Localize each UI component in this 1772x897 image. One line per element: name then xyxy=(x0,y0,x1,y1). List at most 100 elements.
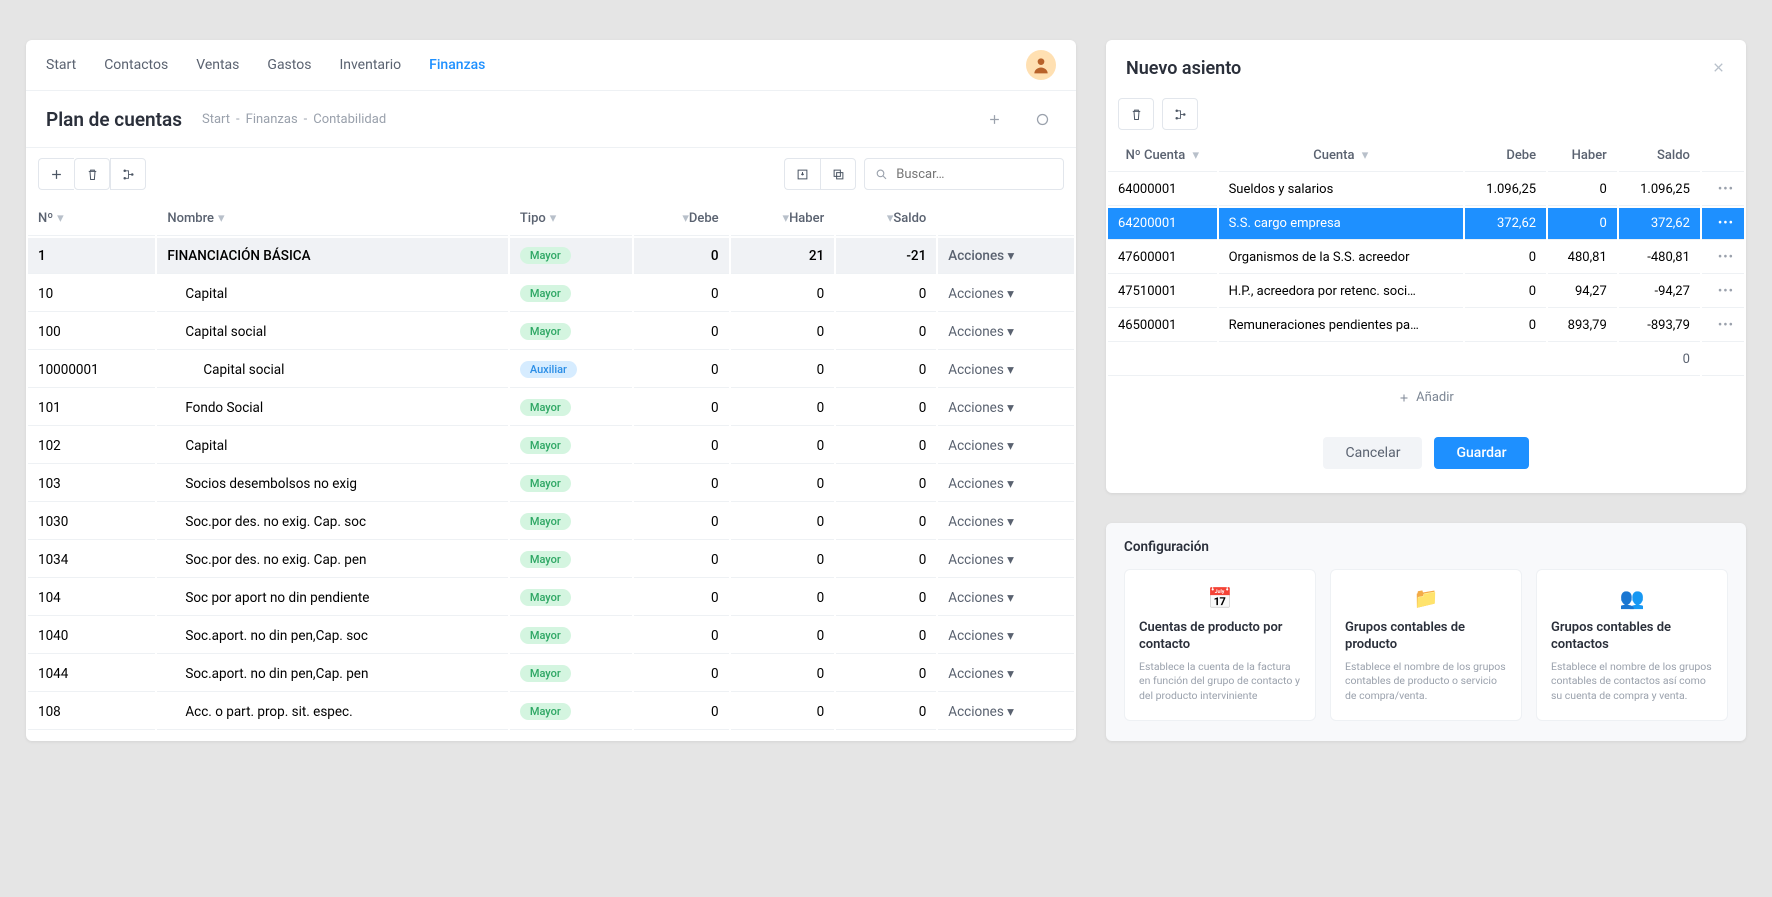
table-row[interactable]: 108Acc. o part. prop. sit. espec.Mayor00… xyxy=(28,694,1074,730)
cell-saldo: 1.096,25 xyxy=(1619,174,1700,206)
nav-item-gastos[interactable]: Gastos xyxy=(267,57,311,73)
modal-tree-button[interactable] xyxy=(1162,98,1198,130)
mcol-cuenta[interactable]: Cuenta ▾ xyxy=(1219,140,1463,172)
cell-tipo: Mayor xyxy=(510,504,632,540)
table-row[interactable]: 102CapitalMayor000Acciones ▾ xyxy=(28,428,1074,464)
cell-debe: 0 xyxy=(634,466,729,502)
row-menu[interactable]: ••• xyxy=(1718,250,1734,265)
mcol-debe[interactable]: Debe xyxy=(1465,140,1546,172)
cell-debe: 372,62 xyxy=(1465,208,1546,240)
row-menu[interactable]: ••• xyxy=(1718,318,1734,333)
nav-item-start[interactable]: Start xyxy=(46,57,76,73)
row-actions[interactable]: Acciones ▾ xyxy=(938,390,1074,426)
table-row[interactable]: 103Socios desembolsos no exigMayor000Acc… xyxy=(28,466,1074,502)
trash-icon xyxy=(85,167,100,182)
row-actions[interactable]: Acciones ▾ xyxy=(938,542,1074,578)
cancel-button[interactable]: Cancelar xyxy=(1323,437,1422,469)
row-actions[interactable]: Acciones ▾ xyxy=(938,276,1074,312)
col-saldo[interactable]: ▾Saldo xyxy=(836,202,936,236)
config-card[interactable]: 📁Grupos contables de productoEstablece e… xyxy=(1330,569,1522,721)
row-menu[interactable]: ••• xyxy=(1718,182,1734,197)
plus-icon xyxy=(1398,392,1410,404)
config-card[interactable]: 👥Grupos contables de contactosEstablece … xyxy=(1536,569,1728,721)
save-button[interactable]: Guardar xyxy=(1434,437,1528,469)
mcol-saldo[interactable]: Saldo xyxy=(1619,140,1700,172)
nav-item-ventas[interactable]: Ventas xyxy=(196,57,239,73)
new-row-button[interactable] xyxy=(38,158,74,190)
nav-item-contactos[interactable]: Contactos xyxy=(104,57,168,73)
row-actions[interactable]: Acciones ▾ xyxy=(938,580,1074,616)
page-title: Plan de cuentas xyxy=(46,108,182,131)
row-actions[interactable]: Acciones ▾ xyxy=(938,238,1074,274)
cell-cuenta: Organismos de la S.S. acreedor xyxy=(1219,242,1463,274)
col-no[interactable]: Nº▾ xyxy=(28,202,155,236)
entry-row[interactable]: 46500001Remuneraciones pendientes pa…089… xyxy=(1108,310,1744,342)
cell-saldo: 0 xyxy=(836,542,936,578)
row-actions[interactable]: Acciones ▾ xyxy=(938,352,1074,388)
row-actions[interactable]: Acciones ▾ xyxy=(938,314,1074,350)
table-row[interactable]: 1040Soc.aport. no din pen,Cap. socMayor0… xyxy=(28,618,1074,654)
cell-nombre: Socios desembolsos no exig xyxy=(157,466,507,502)
table-row[interactable]: 101Fondo SocialMayor000Acciones ▾ xyxy=(28,390,1074,426)
table-row[interactable]: 1030Soc.por des. no exig. Cap. socMayor0… xyxy=(28,504,1074,540)
copy-button[interactable] xyxy=(820,158,856,190)
breadcrumb-item[interactable]: Contabilidad xyxy=(313,112,386,127)
col-haber[interactable]: ▾Haber xyxy=(731,202,835,236)
table-row[interactable]: 1FINANCIACIÓN BÁSICAMayor021-21Acciones … xyxy=(28,238,1074,274)
row-actions[interactable]: Acciones ▾ xyxy=(938,504,1074,540)
table-row[interactable]: 1044Soc.aport. no din pen,Cap. penMayor0… xyxy=(28,656,1074,692)
col-debe[interactable]: ▾Debe xyxy=(634,202,729,236)
row-menu[interactable]: ••• xyxy=(1718,216,1734,231)
table-row[interactable]: 100Capital socialMayor000Acciones ▾ xyxy=(28,314,1074,350)
sum-row: 0 xyxy=(1108,344,1744,376)
col-nombre[interactable]: Nombre▾ xyxy=(157,202,507,236)
cell-cuenta: H.P., acreedora por retenc. soci… xyxy=(1219,276,1463,308)
entry-row[interactable]: 47600001Organismos de la S.S. acreedor04… xyxy=(1108,242,1744,274)
config-title: Configuración xyxy=(1124,539,1728,555)
modal-delete-button[interactable] xyxy=(1118,98,1154,130)
entry-lines-table: Nº Cuenta ▾ Cuenta ▾ Debe Haber Saldo 64… xyxy=(1106,138,1746,378)
cell-saldo: -21 xyxy=(836,238,936,274)
row-actions[interactable]: Acciones ▾ xyxy=(938,656,1074,692)
import-button[interactable] xyxy=(784,158,820,190)
col-tipo[interactable]: Tipo▾ xyxy=(510,202,632,236)
row-menu[interactable]: ••• xyxy=(1718,284,1734,299)
breadcrumb-item[interactable]: Finanzas xyxy=(246,112,298,127)
cell-nombre: Capital xyxy=(157,428,507,464)
breadcrumb: Start-Finanzas-Contabilidad xyxy=(202,112,386,127)
table-toolbar xyxy=(26,148,1076,200)
cell-no: 47510001 xyxy=(1108,276,1217,308)
add-line-button[interactable]: Añadir xyxy=(1106,378,1746,417)
delete-button[interactable] xyxy=(74,158,110,190)
entry-row[interactable]: 47510001H.P., acreedora por retenc. soci… xyxy=(1108,276,1744,308)
config-card-desc: Establece la cuenta de la factura en fun… xyxy=(1139,660,1301,704)
refresh-button[interactable] xyxy=(1028,105,1056,133)
entry-row[interactable]: 64000001Sueldos y salarios1.096,2501.096… xyxy=(1108,174,1744,206)
table-row[interactable]: 1034Soc.por des. no exig. Cap. penMayor0… xyxy=(28,542,1074,578)
cell-tipo: Mayor xyxy=(510,314,632,350)
tree-button[interactable] xyxy=(110,158,146,190)
row-actions[interactable]: Acciones ▾ xyxy=(938,694,1074,730)
table-row[interactable]: 10CapitalMayor000Acciones ▾ xyxy=(28,276,1074,312)
breadcrumb-item[interactable]: Start xyxy=(202,112,230,127)
cell-debe: 0 xyxy=(634,428,729,464)
nav-item-inventario[interactable]: Inventario xyxy=(339,57,401,73)
row-actions[interactable]: Acciones ▾ xyxy=(938,618,1074,654)
config-card[interactable]: 📅Cuentas de producto por contactoEstable… xyxy=(1124,569,1316,721)
modal-toolbar xyxy=(1106,90,1746,138)
table-row[interactable]: 104Soc por aport no din pendienteMayor00… xyxy=(28,580,1074,616)
row-actions[interactable]: Acciones ▾ xyxy=(938,466,1074,502)
nav-item-finanzas[interactable]: Finanzas xyxy=(429,57,485,73)
avatar[interactable] xyxy=(1026,50,1056,80)
modal-footer: Cancelar Guardar xyxy=(1106,417,1746,493)
table-row[interactable]: 10000001Capital socialAuxiliar000Accione… xyxy=(28,352,1074,388)
cell-haber: 480,81 xyxy=(1548,242,1617,274)
close-button[interactable] xyxy=(1711,56,1726,80)
add-button[interactable] xyxy=(980,105,1008,133)
mcol-no[interactable]: Nº Cuenta ▾ xyxy=(1108,140,1217,172)
entry-row[interactable]: 64200001S.S. cargo empresa372,620372,62•… xyxy=(1108,208,1744,240)
row-actions[interactable]: Acciones ▾ xyxy=(938,428,1074,464)
search-input[interactable] xyxy=(896,167,1053,182)
cell-nombre: Soc por aport no din pendiente xyxy=(157,580,507,616)
mcol-haber[interactable]: Haber xyxy=(1548,140,1617,172)
